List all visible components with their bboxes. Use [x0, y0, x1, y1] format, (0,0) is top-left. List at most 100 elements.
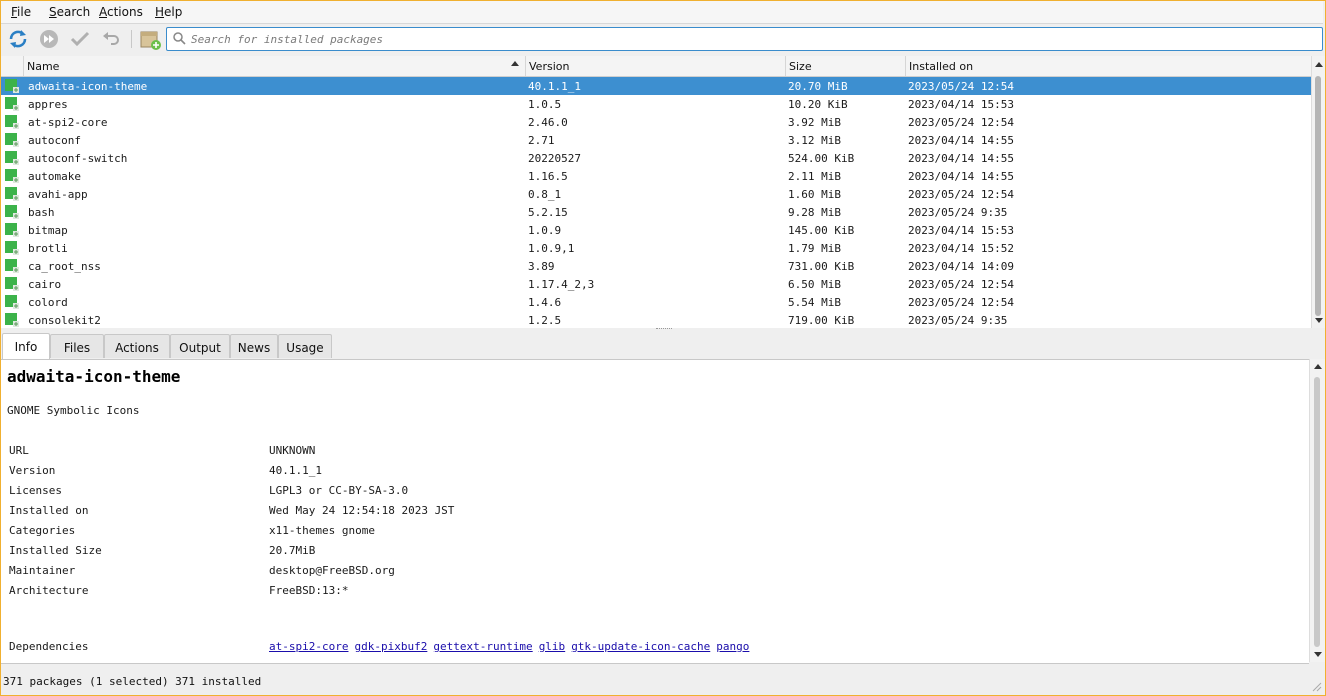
scroll-down-icon[interactable]: [1315, 318, 1323, 323]
pane-splitter[interactable]: [656, 328, 672, 332]
package-icon: [5, 259, 19, 273]
package-installed-on: 2023/05/24 12:54: [908, 296, 1014, 309]
package-name: adwaita-icon-theme: [28, 80, 148, 93]
package-size: 524.00 KiB: [788, 152, 855, 165]
tab-news[interactable]: News: [230, 334, 278, 358]
tab-info[interactable]: Info: [2, 333, 50, 360]
package-icon: [5, 241, 19, 255]
table-row[interactable]: autoconf 2.71 3.12 MiB 2023/04/14 14:55: [1, 131, 1311, 149]
package-name: bash: [28, 206, 55, 219]
package-version: 20220527: [528, 152, 581, 165]
table-row[interactable]: bitmap 1.0.9 145.00 KiB 2023/04/14 15:53: [1, 221, 1311, 239]
package-name: appres: [28, 98, 68, 111]
table-row[interactable]: brotli 1.0.9,1 1.79 MiB 2023/04/14 15:52: [1, 239, 1311, 257]
package-icon: [5, 313, 19, 327]
package-name: cairo: [28, 278, 62, 291]
package-version: 1.0.5: [528, 98, 562, 111]
package-installed-on: 2023/04/14 15:52: [908, 242, 1014, 255]
field-label: Installed Size: [9, 544, 102, 557]
info-scrollbar[interactable]: [1309, 359, 1325, 662]
tab-files[interactable]: Files: [50, 334, 104, 358]
package-list[interactable]: Name Version Size Installed on adwaita-i…: [1, 56, 1311, 328]
info-pane: adwaita-icon-theme GNOME Symbolic Icons …: [1, 359, 1309, 664]
scroll-up-icon[interactable]: [1315, 62, 1323, 67]
table-row[interactable]: appres 1.0.5 10.20 KiB 2023/04/14 15:53: [1, 95, 1311, 113]
undo-icon[interactable]: [99, 27, 123, 51]
package-size: 3.12 MiB: [788, 134, 841, 147]
package-installed-on: 2023/05/24 12:54: [908, 80, 1014, 93]
search-icon: [173, 32, 186, 45]
table-row[interactable]: avahi-app 0.8_1 1.60 MiB 2023/05/24 12:54: [1, 185, 1311, 203]
dependency-link[interactable]: gdk-pixbuf2: [354, 640, 427, 653]
column-header-size[interactable]: Size: [785, 56, 905, 76]
column-header-installed-on[interactable]: Installed on: [905, 56, 1311, 76]
table-row[interactable]: automake 1.16.5 2.11 MiB 2023/04/14 14:55: [1, 167, 1311, 185]
package-size: 6.50 MiB: [788, 278, 841, 291]
resize-grip-icon[interactable]: [1310, 680, 1322, 692]
table-row[interactable]: adwaita-icon-theme 40.1.1_1 20.70 MiB 2023/…: [1, 77, 1311, 95]
dependency-link[interactable]: glib: [539, 640, 566, 653]
info-scrollbar-thumb[interactable]: [1314, 377, 1320, 647]
package-icon: [5, 205, 19, 219]
field-label: Maintainer: [9, 564, 76, 577]
package-icon: [5, 133, 19, 147]
add-package-icon[interactable]: [138, 27, 162, 51]
package-version: 1.0.9: [528, 224, 562, 237]
table-row[interactable]: autoconf-switch 20220527 524.00 KiB 2023/04…: [1, 149, 1311, 167]
package-installed-on: 2023/04/14 15:53: [908, 224, 1014, 237]
field-value: 20.7MiB: [269, 544, 316, 557]
field-label: URL: [9, 444, 29, 457]
package-version: 3.89: [528, 260, 555, 273]
dependency-link[interactable]: gtk-update-icon-cache: [571, 640, 710, 653]
package-version: 5.2.15: [528, 206, 568, 219]
menu-help[interactable]: Help: [155, 5, 182, 19]
info-scroll-down-icon[interactable]: [1314, 652, 1322, 657]
menu-file[interactable]: File: [11, 5, 31, 19]
package-installed-on: 2023/04/14 14:55: [908, 170, 1014, 183]
fast-forward-icon[interactable]: [37, 27, 61, 51]
menu-search[interactable]: Search: [49, 5, 90, 19]
package-size: 10.20 KiB: [788, 98, 848, 111]
package-version: 1.16.5: [528, 170, 568, 183]
menu-actions[interactable]: Actions: [99, 5, 143, 19]
table-row[interactable]: ca_root_nss 3.89 731.00 KiB 2023/04/14 14:0…: [1, 257, 1311, 275]
table-row[interactable]: cairo 1.17.4_2,3 6.50 MiB 2023/05/24 12:54: [1, 275, 1311, 293]
package-icon: [5, 187, 19, 201]
package-size: 3.92 MiB: [788, 116, 841, 129]
dependency-link[interactable]: pango: [716, 640, 749, 653]
tab-output[interactable]: Output: [170, 334, 230, 358]
column-header-name[interactable]: Name: [23, 56, 525, 76]
dependency-link[interactable]: at-spi2-core: [269, 640, 348, 653]
info-scroll-up-icon[interactable]: [1314, 364, 1322, 369]
field-label: Version: [9, 464, 56, 477]
list-scrollbar-thumb[interactable]: [1315, 76, 1321, 316]
search-input[interactable]: [191, 28, 1311, 50]
package-installed-on: 2023/04/14 15:53: [908, 98, 1014, 111]
table-row[interactable]: at-spi2-core 2.46.0 3.92 MiB 2023/05/24 12:…: [1, 113, 1311, 131]
field-value: Wed May 24 12:54:18 2023 JST: [269, 504, 455, 517]
refresh-icon[interactable]: [6, 27, 30, 51]
package-size: 5.54 MiB: [788, 296, 841, 309]
package-installed-on: 2023/05/24 12:54: [908, 188, 1014, 201]
package-installed-on: 2023/05/24 12:54: [908, 278, 1014, 291]
table-row[interactable]: bash 5.2.15 9.28 MiB 2023/05/24 9:35: [1, 203, 1311, 221]
package-icon: [5, 115, 19, 129]
table-row[interactable]: colord 1.4.6 5.54 MiB 2023/05/24 12:54: [1, 293, 1311, 311]
table-row[interactable]: consolekit2 1.2.5 719.00 KiB 2023/05/24 9:3…: [1, 311, 1311, 328]
package-icon: [5, 169, 19, 183]
dependency-link[interactable]: gettext-runtime: [433, 640, 532, 653]
column-header-version[interactable]: Version: [525, 56, 785, 76]
package-icon: [5, 295, 19, 309]
field-label-dependencies: Dependencies: [9, 640, 89, 653]
tab-actions[interactable]: Actions: [104, 334, 170, 358]
list-scrollbar[interactable]: [1311, 56, 1325, 328]
package-version: 0.8_1: [528, 188, 562, 201]
package-size: 1.79 MiB: [788, 242, 841, 255]
checkmark-icon[interactable]: [68, 27, 92, 51]
package-size: 1.60 MiB: [788, 188, 841, 201]
search-box[interactable]: [166, 27, 1323, 51]
menu-bar: File Search Actions Help: [1, 1, 1323, 24]
dependency-list: at-spi2-core gdk-pixbuf2 gettext-runtime gl…: [269, 640, 755, 653]
package-name: automake: [28, 170, 81, 183]
tab-usage[interactable]: Usage: [278, 334, 332, 358]
